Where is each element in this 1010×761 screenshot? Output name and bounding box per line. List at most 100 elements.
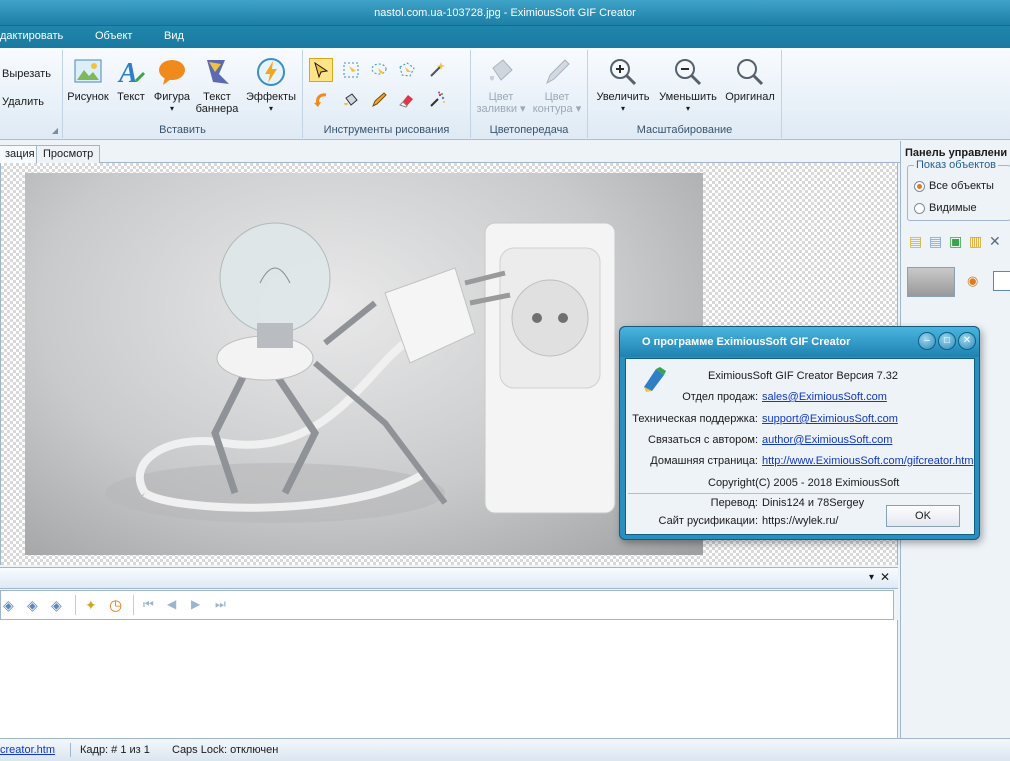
fill-color-label-2: заливки (476, 103, 517, 115)
svg-text:A: A (117, 58, 138, 88)
lightning-icon (257, 58, 285, 86)
first-frame-icon[interactable]: ⏮ (143, 597, 154, 612)
frame-copy-icon[interactable]: ◈ (27, 597, 38, 614)
banner-text-button[interactable]: Текст баннера (195, 56, 239, 115)
all-objects-label: Все объекты (929, 180, 994, 192)
support-email-link[interactable]: support@EximiousSoft.com (762, 413, 898, 425)
delete-button[interactable]: Удалить (2, 96, 44, 108)
shape-label: Фигура (153, 91, 191, 103)
bucket-fill-icon[interactable] (339, 88, 363, 112)
next-frame-icon[interactable]: ▶ (191, 597, 200, 611)
close-panel-icon[interactable]: ✕ (880, 570, 890, 584)
cut-button[interactable]: Вырезать (2, 68, 51, 80)
lasso-icon[interactable] (367, 58, 391, 82)
author-label: Связаться с автором: (648, 434, 758, 446)
timer-icon[interactable]: ◷ (109, 596, 122, 614)
zoom-in-dropdown-icon: ▾ (620, 104, 625, 113)
picture-icon (74, 59, 102, 83)
zoom-out-dropdown-icon: ▾ (685, 104, 690, 113)
text-label: Текст (117, 91, 145, 103)
toolbar-separator (133, 595, 134, 615)
minimize-icon[interactable]: – (918, 332, 936, 350)
menu-view[interactable]: Вид (164, 30, 184, 42)
select-arrow-icon[interactable] (309, 58, 333, 82)
status-link[interactable]: creator.htm (0, 744, 55, 756)
zoom-group-label: Масштабирование (636, 124, 733, 136)
home-label: Домашняя страница: (650, 455, 758, 467)
frame-delete-icon[interactable]: ◈ (51, 597, 62, 614)
frames-panel-header: ▾ ✕ (0, 567, 898, 589)
close-icon[interactable]: ✕ (958, 332, 976, 350)
last-frame-icon[interactable]: ⏭ (215, 597, 226, 612)
fill-color-label-1: Цвет (488, 91, 514, 103)
zoom-in-label: Увеличить (596, 91, 650, 103)
ok-button[interactable]: OK (886, 505, 960, 527)
frames-list[interactable] (0, 620, 898, 738)
author-email-link[interactable]: author@EximiousSoft.com (762, 434, 892, 446)
panel-menu-icon[interactable]: ▾ (869, 572, 874, 583)
zoom-out-button[interactable]: Уменьшить ▾ (654, 56, 722, 115)
menu-edit[interactable]: дактировать (0, 30, 63, 42)
radio-unchecked-icon (914, 202, 925, 214)
canvas-image (25, 173, 703, 555)
home-url-link[interactable]: http://www.EximiousSoft.com/gifcreator.h… (762, 455, 974, 467)
image-object-icon[interactable]: ▣ (949, 233, 962, 250)
tab-preview[interactable]: Просмотр (36, 145, 101, 163)
drawing-group-label: Инструменты рисования (323, 124, 450, 136)
status-separator (70, 743, 71, 757)
translation-value: Dinis124 и 78Sergey (762, 497, 865, 509)
stroke-color-label-1: Цвет (544, 91, 570, 103)
support-label: Техническая поддержка: (632, 413, 758, 425)
version-text: EximiousSoft GIF Creator Версия 7.32 (708, 370, 899, 382)
eraser-icon[interactable] (395, 88, 419, 112)
text-icon: A (117, 58, 145, 88)
undo-arrow-icon[interactable] (309, 88, 333, 112)
magic-wand-icon[interactable] (425, 58, 449, 82)
frame-add-icon[interactable]: ◈ (3, 597, 14, 614)
magnifier-icon (737, 59, 764, 86)
original-size-button[interactable]: Оригинал (722, 56, 778, 103)
sales-email-link[interactable]: sales@EximiousSoft.com (762, 391, 887, 403)
prev-frame-icon[interactable]: ◀ (167, 597, 176, 611)
effects-button[interactable]: Эффекты ▾ (243, 56, 299, 115)
maximize-icon[interactable]: □ (938, 332, 956, 350)
window-title: nastol.com.ua-103728.jpg - EximiousSoft … (0, 0, 1010, 26)
delete-object-icon[interactable]: ✕ (989, 233, 1001, 250)
dialog-separator (628, 493, 972, 494)
zoom-in-button[interactable]: Увеличить ▾ (592, 56, 654, 115)
clipboard-group: Вырезать Удалить ◢ (0, 50, 63, 138)
fill-bucket-icon (489, 59, 513, 81)
ru-site-value: https://wylek.ru/ (762, 515, 839, 527)
stroke-color-button[interactable]: Цвет контура ▾ (529, 56, 585, 115)
new-object-icon[interactable]: ▤ (909, 233, 922, 250)
show-objects-group: Показ объектов Все объекты Видимые (907, 159, 1010, 221)
picture-button[interactable]: Рисунок (65, 56, 111, 103)
eye-icon[interactable]: ◉ (967, 273, 978, 289)
object-thumbnail[interactable] (907, 267, 955, 297)
speech-bubble-icon (159, 60, 185, 85)
frame-effect-icon[interactable]: ✦ (85, 597, 97, 614)
copy-object-icon[interactable]: ▤ (929, 233, 942, 250)
pencil-icon[interactable] (367, 88, 391, 112)
banner-icon (207, 60, 229, 84)
menu-object[interactable]: Объект (95, 30, 132, 42)
layer-object-icon[interactable]: ▥ (969, 233, 982, 250)
text-button[interactable]: A Текст (113, 56, 149, 103)
object-name-field[interactable] (993, 271, 1010, 291)
zoom-group: Увеличить ▾ Уменьшить ▾ Оригинал Масштаб… (588, 50, 782, 138)
all-objects-radio[interactable]: Все объекты (914, 180, 994, 192)
polygon-select-icon[interactable] (395, 58, 419, 82)
spray-icon[interactable] (425, 88, 449, 112)
visible-radio[interactable]: Видимые (914, 202, 977, 214)
app-logo-icon (644, 367, 666, 392)
banner-label-1: Текст (203, 91, 231, 103)
select-region-icon[interactable] (339, 58, 363, 82)
fill-color-button[interactable]: Цвет заливки ▾ (475, 56, 527, 115)
zoom-in-icon (610, 59, 637, 86)
translation-label: Перевод: (710, 497, 758, 509)
shape-button[interactable]: Фигура ▾ (151, 56, 193, 115)
group-launcher-icon[interactable]: ◢ (52, 126, 58, 135)
color-group: Цвет заливки ▾ Цвет контура ▾ Цветоперед… (471, 50, 588, 138)
menu-bar: дактировать Объект Вид (0, 26, 1010, 48)
toolbar-separator (75, 595, 76, 615)
